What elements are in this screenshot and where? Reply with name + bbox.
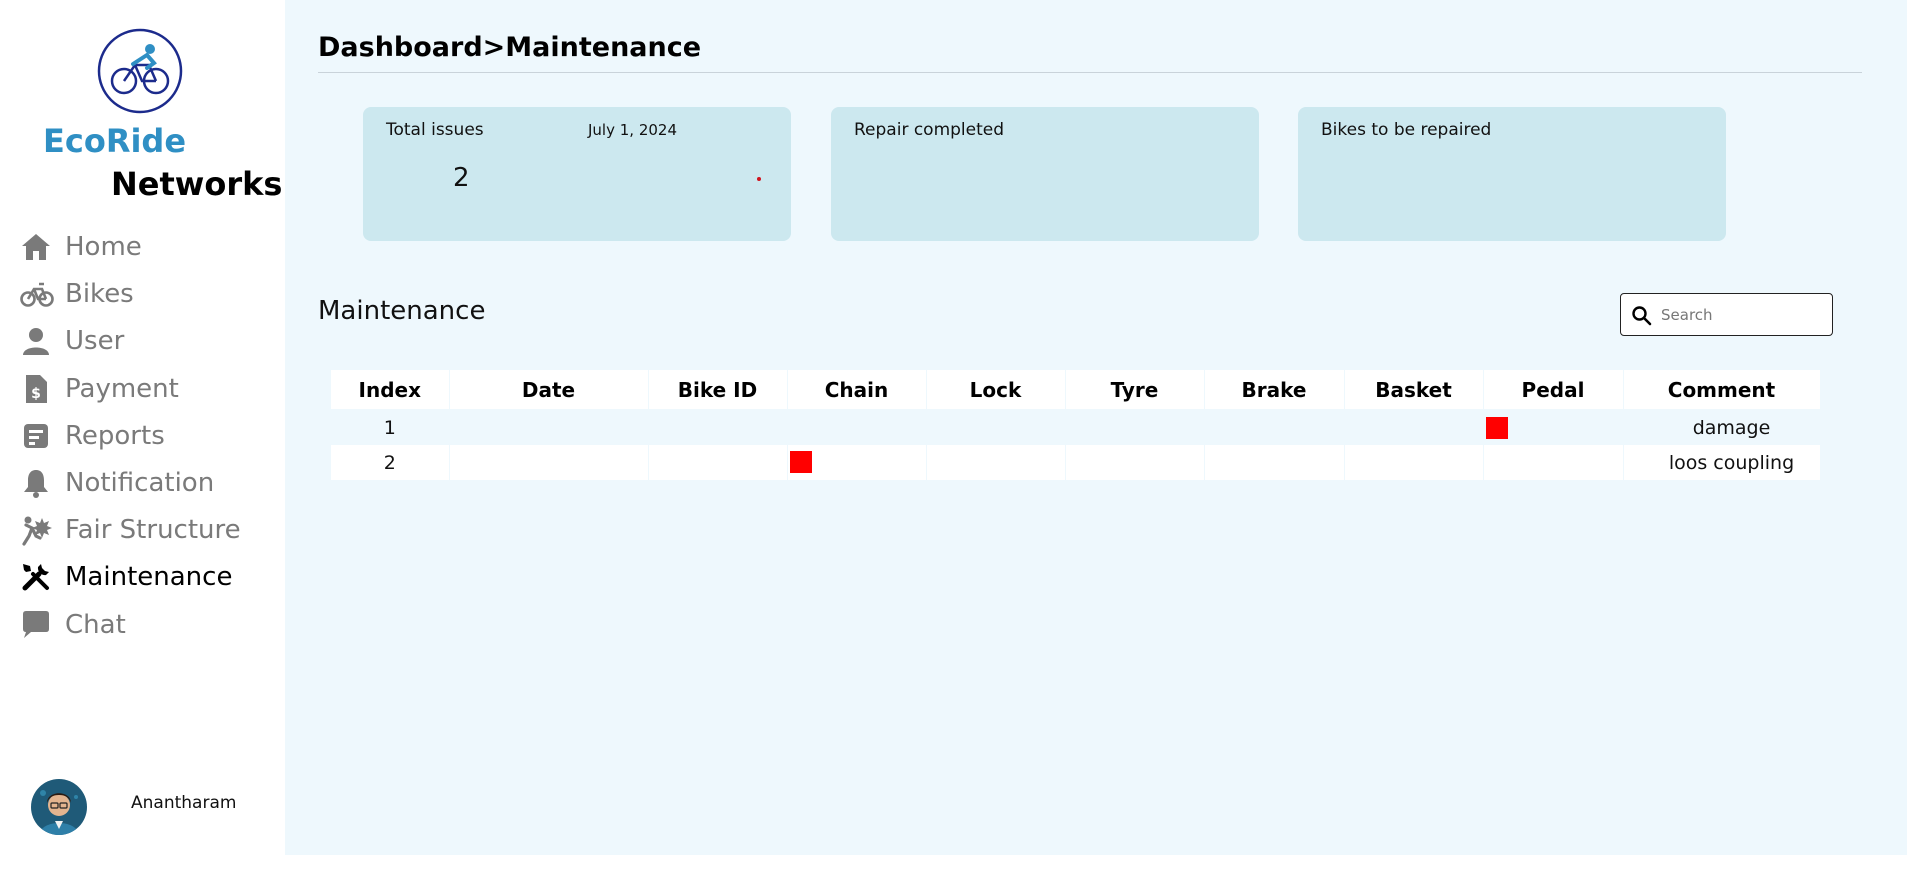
- column-header[interactable]: Index: [331, 370, 450, 411]
- table-row[interactable]: 1 damage: [331, 410, 1821, 445]
- header-divider: [318, 72, 1862, 73]
- sidebar-item-label: Maintenance: [65, 562, 233, 593]
- maintenance-table: Index Date Bike ID Chain Lock Tyre Brake…: [331, 370, 1821, 480]
- ecoride-logo: [97, 28, 183, 114]
- issue-flag-marker: [1485, 417, 1508, 439]
- sidebar-item-payment[interactable]: $ Payment: [0, 367, 285, 414]
- bottom-strip: [0, 855, 1907, 878]
- tools-icon: [20, 561, 52, 593]
- sidebar-item-fair-structure[interactable]: Fair Structure: [0, 508, 285, 555]
- sidebar: EcoRide Networks Home Bikes User $ Payme…: [0, 0, 285, 855]
- tyre-cell: [1065, 410, 1205, 445]
- svg-text:$: $: [31, 386, 41, 402]
- status-dot: [757, 177, 761, 181]
- sidebar-item-label: User: [65, 326, 125, 357]
- date-cell: [449, 410, 649, 445]
- index-cell: 1: [331, 410, 450, 445]
- total-issues-card: Total issues July 1, 2024 2: [363, 107, 791, 241]
- column-header[interactable]: Pedal: [1483, 370, 1624, 411]
- chain-cell: [787, 445, 927, 480]
- column-header[interactable]: Date: [449, 370, 649, 411]
- search-input[interactable]: [1659, 302, 1828, 328]
- column-header[interactable]: Basket: [1344, 370, 1484, 411]
- index-cell: 2: [331, 445, 450, 480]
- brake-cell: [1204, 445, 1345, 480]
- sidebar-item-label: Reports: [65, 420, 165, 451]
- column-header[interactable]: Chain: [787, 370, 927, 411]
- fare-icon: [20, 514, 52, 546]
- bell-icon: [20, 467, 52, 499]
- chain-cell: [787, 410, 927, 445]
- brand-subtitle: Networks: [111, 165, 283, 203]
- basket-cell: [1344, 410, 1484, 445]
- lock-cell: [926, 410, 1066, 445]
- table-row[interactable]: 2 loos coupling: [331, 445, 1821, 480]
- main-content: Dashboard>Maintenance Total issues July …: [285, 0, 1907, 855]
- sidebar-item-notification[interactable]: Notification: [0, 461, 285, 508]
- pedal-cell: [1483, 410, 1624, 445]
- chat-icon: [20, 609, 52, 641]
- search-icon: [1631, 305, 1652, 326]
- sidebar-item-reports[interactable]: Reports: [0, 414, 285, 461]
- sidebar-item-label: Payment: [65, 373, 179, 404]
- sidebar-item-label: Fair Structure: [65, 515, 241, 546]
- receipt-icon: $: [20, 373, 52, 405]
- lock-cell: [926, 445, 1066, 480]
- date-cell: [449, 445, 649, 480]
- sidebar-item-home[interactable]: Home: [0, 225, 285, 272]
- sidebar-item-maintenance[interactable]: Maintenance: [0, 555, 285, 602]
- user-name: Anantharam: [131, 793, 237, 813]
- bikes-to-repair-card: Bikes to be repaired: [1298, 107, 1726, 241]
- issue-count: 2: [453, 163, 470, 193]
- breadcrumb: Dashboard>Maintenance: [318, 32, 702, 63]
- pedal-cell: [1483, 445, 1624, 480]
- comment-cell: loos coupling: [1623, 445, 1821, 480]
- user-icon: [20, 325, 52, 357]
- home-icon: [20, 231, 52, 263]
- bike-icon: [20, 278, 54, 310]
- sidebar-item-label: Chat: [65, 609, 126, 640]
- sidebar-item-label: Bikes: [65, 279, 134, 310]
- column-header[interactable]: Lock: [926, 370, 1066, 411]
- section-title: Maintenance: [318, 296, 486, 326]
- tyre-cell: [1065, 445, 1205, 480]
- sidebar-item-chat[interactable]: Chat: [0, 603, 285, 650]
- column-header[interactable]: Bike ID: [648, 370, 788, 411]
- repair-completed-card: Repair completed: [831, 107, 1259, 241]
- card-title: Bikes to be repaired: [1321, 120, 1492, 140]
- card-date: July 1, 2024: [588, 121, 677, 139]
- sidebar-item-label: Notification: [65, 467, 215, 498]
- table-header-row: Index Date Bike ID Chain Lock Tyre Brake…: [331, 370, 1821, 411]
- basket-cell: [1344, 445, 1484, 480]
- comment-cell: damage: [1623, 410, 1821, 445]
- column-header[interactable]: Brake: [1204, 370, 1345, 411]
- column-header[interactable]: Comment: [1623, 370, 1821, 411]
- sidebar-nav: Home Bikes User $ Payment Reports Notifi…: [0, 225, 285, 650]
- bike-id-cell: [648, 410, 788, 445]
- report-icon: [20, 420, 52, 452]
- sidebar-item-user[interactable]: User: [0, 319, 285, 366]
- brake-cell: [1204, 410, 1345, 445]
- column-header[interactable]: Tyre: [1065, 370, 1205, 411]
- sidebar-item-bikes[interactable]: Bikes: [0, 272, 285, 319]
- issue-flag-marker: [789, 451, 812, 473]
- card-title: Repair completed: [854, 120, 1005, 140]
- sidebar-item-label: Home: [65, 232, 142, 262]
- brand-name: EcoRide: [43, 122, 187, 160]
- bike-id-cell: [648, 445, 788, 480]
- search-box[interactable]: [1620, 293, 1833, 336]
- card-title: Total issues: [386, 120, 484, 140]
- avatar[interactable]: [31, 779, 87, 835]
